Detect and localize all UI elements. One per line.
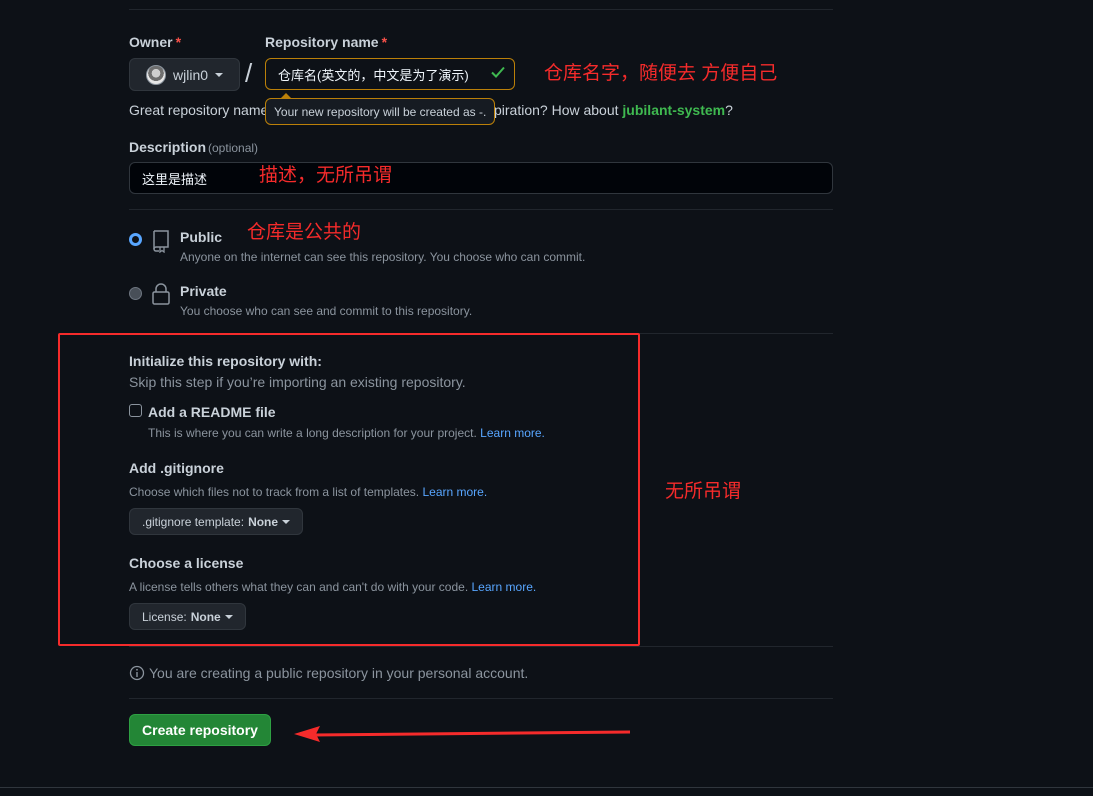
private-radio[interactable] <box>129 287 142 300</box>
annotation-repo-name: 仓库名字，随便去 方便自己 <box>544 63 778 84</box>
description-label: Description (optional) <box>129 139 259 155</box>
public-title: Public <box>180 229 223 245</box>
name-hint-start: Great repository name <box>129 102 269 118</box>
owner-label: Owner * <box>129 34 182 50</box>
repo-name-input[interactable]: 仓库名(英文的，中文是为了演示) <box>265 58 515 90</box>
gitignore-desc: Choose which files not to track from a l… <box>129 485 488 499</box>
gitignore-template-select[interactable]: .gitignore template: None <box>129 508 304 535</box>
readme-checkbox[interactable] <box>129 404 142 417</box>
initialize-title: Initialize this repository with: <box>129 353 322 369</box>
top-divider <box>129 9 833 10</box>
suggested-name[interactable]: jubilant-system <box>622 102 725 118</box>
divider <box>129 646 833 647</box>
bottom-divider <box>0 787 1093 788</box>
owner-name: wjlin0 <box>173 66 209 83</box>
lock-icon <box>152 283 170 305</box>
readme-desc: This is where you can write a long descr… <box>148 426 545 440</box>
readme-learn-more-link[interactable]: Learn more. <box>480 426 545 440</box>
owner-dropdown[interactable]: wjlin0 <box>129 58 240 91</box>
public-desc: Anyone on the internet can see this repo… <box>180 250 586 264</box>
check-icon <box>491 66 505 78</box>
annotation-description: 描述，无所吊谓 <box>259 165 393 186</box>
license-select[interactable]: License: None <box>129 603 246 630</box>
license-learn-more-link[interactable]: Learn more. <box>472 580 537 594</box>
gitignore-learn-more-link[interactable]: Learn more. <box>422 485 487 499</box>
repo-name-tooltip: Your new repository will be created as -… <box>265 93 496 125</box>
repo-icon <box>153 230 169 253</box>
public-radio[interactable] <box>129 233 142 246</box>
license-desc: A license tells others what they can and… <box>129 580 537 594</box>
annotation-public: 仓库是公共的 <box>247 222 362 243</box>
create-repository-button[interactable]: Create repository <box>129 714 271 746</box>
name-hint-end: piration? How about jubilant-system? <box>494 102 733 118</box>
info-icon <box>129 665 145 681</box>
owner-repo-separator: / <box>245 58 253 88</box>
public-info-note: You are creating a public repository in … <box>129 665 528 681</box>
chevron-down-icon <box>282 519 291 524</box>
arrow-annotation-icon <box>294 726 631 742</box>
private-desc: You choose who can see and commit to thi… <box>180 304 473 318</box>
private-title: Private <box>180 283 227 299</box>
readme-label[interactable]: Add a README file <box>148 404 276 420</box>
description-input[interactable]: 这里是描述 <box>129 162 833 194</box>
annotation-init: 无所吊谓 <box>665 481 742 502</box>
chevron-down-icon <box>224 614 233 619</box>
avatar <box>146 64 166 85</box>
license-title: Choose a license <box>129 555 244 571</box>
divider <box>129 698 833 699</box>
initialize-subtitle: Skip this step if you’re importing an ex… <box>129 374 466 390</box>
gitignore-title: Add .gitignore <box>129 460 224 476</box>
chevron-down-icon <box>215 72 224 77</box>
repo-name-label: Repository name * <box>265 34 388 50</box>
divider <box>129 209 833 210</box>
